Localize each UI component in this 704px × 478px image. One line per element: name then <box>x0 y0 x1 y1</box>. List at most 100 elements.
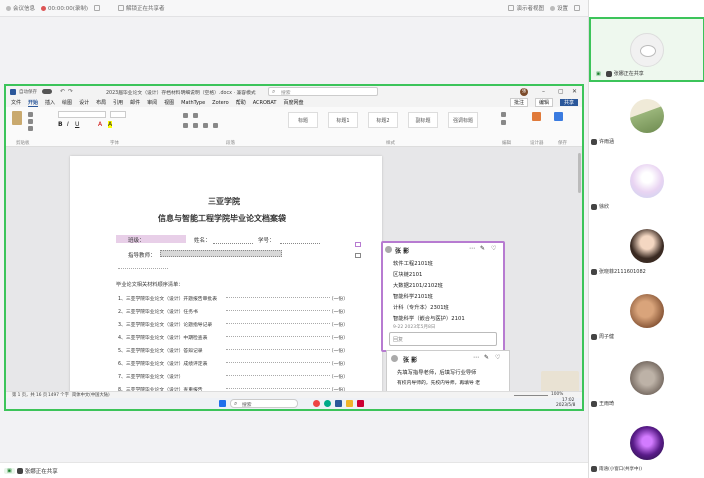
menu-review[interactable]: 审阅 <box>147 99 157 106</box>
bullets-icon[interactable] <box>183 113 188 118</box>
undo-icon[interactable]: ↶ <box>60 88 65 95</box>
minimize-icon[interactable]: – <box>542 88 545 95</box>
windows-start-icon[interactable] <box>219 400 226 407</box>
document-page[interactable]: 三亚学院 信息与智能工程学院毕业论文档案袋 班级： 姓名： 学号： 指导教师： … <box>70 156 382 396</box>
sharing-indicator[interactable]: ▣ 张娜正在共享 <box>4 467 58 475</box>
signal-icon[interactable] <box>94 5 101 11</box>
menu-draw[interactable]: 绘图 <box>62 99 72 106</box>
menu-baidu[interactable]: 百度网盘 <box>283 99 303 106</box>
participant-tile[interactable]: ▣ 张娜正在共享 <box>589 17 704 82</box>
share-button[interactable]: 共享 <box>559 99 578 106</box>
taskbar-search[interactable]: ⌕ 搜索 <box>230 399 298 408</box>
dot-leader <box>226 336 330 337</box>
autosave-toggle[interactable] <box>42 89 52 94</box>
bold-icon[interactable]: B <box>58 121 63 128</box>
word-taskbar-icon[interactable] <box>335 400 342 407</box>
folder-icon[interactable] <box>346 400 353 407</box>
like-icon[interactable]: ♡ <box>491 245 496 252</box>
font-size-select[interactable] <box>110 111 126 118</box>
menu-design[interactable]: 设计 <box>79 99 89 106</box>
paste-icon[interactable] <box>12 111 22 125</box>
numbering-icon[interactable] <box>193 113 198 118</box>
meeting-info[interactable]: 会议信息 <box>6 4 35 12</box>
highlight-icon[interactable]: A <box>108 121 113 128</box>
menu-zotero[interactable]: Zotero <box>212 100 229 106</box>
italic-icon[interactable]: I <box>67 121 69 128</box>
unlock-share[interactable]: 解锁正在共享者 <box>118 4 165 12</box>
participant-tile[interactable]: 周子健 <box>589 278 704 343</box>
underline-icon[interactable]: U <box>75 121 79 128</box>
maximize-icon[interactable]: ▢ <box>558 88 564 95</box>
menu-home[interactable]: 开始 <box>28 99 39 107</box>
list-item: 3、三亚学院毕业论文（设计）论题指导记录 （一份） <box>118 321 348 328</box>
style-heading1[interactable]: 标题1 <box>328 112 358 128</box>
search-box[interactable]: ⌕ 搜索 <box>268 87 378 96</box>
menu-mathtype[interactable]: MathType <box>181 100 205 106</box>
zoom-slider[interactable] <box>514 395 548 396</box>
style-strong-heading[interactable]: 强调标题 <box>448 112 478 128</box>
document-title: 信息与智能工程学院毕业论文档案袋 <box>158 213 286 223</box>
presenter-view-button[interactable]: 演示者视图 <box>508 4 544 12</box>
menu-help[interactable]: 帮助 <box>236 99 246 106</box>
like-icon[interactable]: ♡ <box>495 354 500 361</box>
font-name-select[interactable] <box>58 111 106 118</box>
comment-author: 张 影 <box>395 248 410 255</box>
edit-icon[interactable]: ✎ <box>480 245 485 252</box>
more-icon[interactable]: ⋯ <box>469 245 475 252</box>
close-icon[interactable]: ✕ <box>572 88 577 95</box>
ribbon: B I U A A 标题 标题1 标题2 副标题 强调标题 剪贴板 字体 段落 … <box>6 107 582 147</box>
menu-view[interactable]: 视图 <box>164 99 174 106</box>
edge-icon[interactable] <box>324 400 331 407</box>
list-item-text: 4、三亚学院毕业论文（设计）中期检查表 <box>118 336 208 341</box>
app-icon[interactable] <box>357 400 364 407</box>
settings-button[interactable]: 设置 <box>549 4 568 12</box>
menu-insert[interactable]: 插入 <box>45 99 55 106</box>
reply-input[interactable]: 回复 <box>389 332 497 346</box>
align-left-icon[interactable] <box>183 123 188 128</box>
cut-icon[interactable] <box>28 112 33 117</box>
designer-icon[interactable] <box>532 112 541 121</box>
menu-layout[interactable]: 布局 <box>96 99 106 106</box>
menu-file[interactable]: 文件 <box>11 99 21 106</box>
sharing-badge: ▣ <box>593 70 604 77</box>
style-subtitle[interactable]: 副标题 <box>408 112 438 128</box>
search-icon: ⌕ <box>272 88 276 95</box>
fullscreen-icon[interactable] <box>574 5 580 11</box>
font-color-icon[interactable]: A <box>98 121 102 128</box>
participant-tile[interactable]: 雨涵(小窗口(共享中)) <box>589 410 704 475</box>
menu-mailings[interactable]: 邮件 <box>130 99 140 106</box>
participant-tile[interactable]: 王雨琦 <box>589 345 704 410</box>
edit-icon[interactable]: ✎ <box>484 354 489 361</box>
align-center-icon[interactable] <box>193 123 198 128</box>
comment-button[interactable]: 批注 <box>509 98 528 107</box>
style-heading2[interactable]: 标题2 <box>368 112 398 128</box>
advisor-label: 指导教师： <box>128 253 156 259</box>
vertical-scrollbar[interactable] <box>578 153 581 193</box>
recording-timer[interactable]: 00:00:00(录制) <box>41 4 88 12</box>
menu-acrobat[interactable]: ACROBAT <box>253 100 277 106</box>
comment-marker-icon[interactable] <box>355 242 361 247</box>
advisor-field[interactable] <box>160 250 282 257</box>
user-avatar[interactable]: 张 <box>520 88 528 96</box>
more-icon[interactable]: ⋯ <box>473 354 479 361</box>
menu-references[interactable]: 引用 <box>113 99 123 106</box>
redo-icon[interactable]: ↷ <box>68 88 73 95</box>
chrome-icon[interactable] <box>313 400 320 407</box>
comment-card[interactable]: 张 影 ⋯ ✎ ♡ 软件工程2101班 区块链2101 大数据2101/2102… <box>381 241 505 352</box>
mic-muted-icon <box>591 203 597 210</box>
replace-icon[interactable] <box>501 120 506 125</box>
word-title-bar: 自动保存 ↶ ↷ 2023届毕业论文（设计）存档材料明细说明（空格）.docx … <box>6 86 582 98</box>
format-painter-icon[interactable] <box>28 126 33 131</box>
participant-tile[interactable]: 张晓菲2111601082 <box>589 213 704 278</box>
comment-marker-icon[interactable] <box>355 253 361 258</box>
edit-button[interactable]: 编辑 <box>534 98 553 107</box>
find-icon[interactable] <box>501 112 506 117</box>
justify-icon[interactable] <box>213 123 218 128</box>
style-heading[interactable]: 标题 <box>288 112 318 128</box>
save-baidu-icon[interactable] <box>554 112 563 121</box>
zoom-level[interactable]: 100% <box>551 392 563 397</box>
copy-icon[interactable] <box>28 119 33 124</box>
align-right-icon[interactable] <box>203 123 208 128</box>
participant-tile[interactable]: 徐欣 <box>589 148 704 213</box>
participant-tile[interactable]: 许雨涵 <box>589 83 704 148</box>
